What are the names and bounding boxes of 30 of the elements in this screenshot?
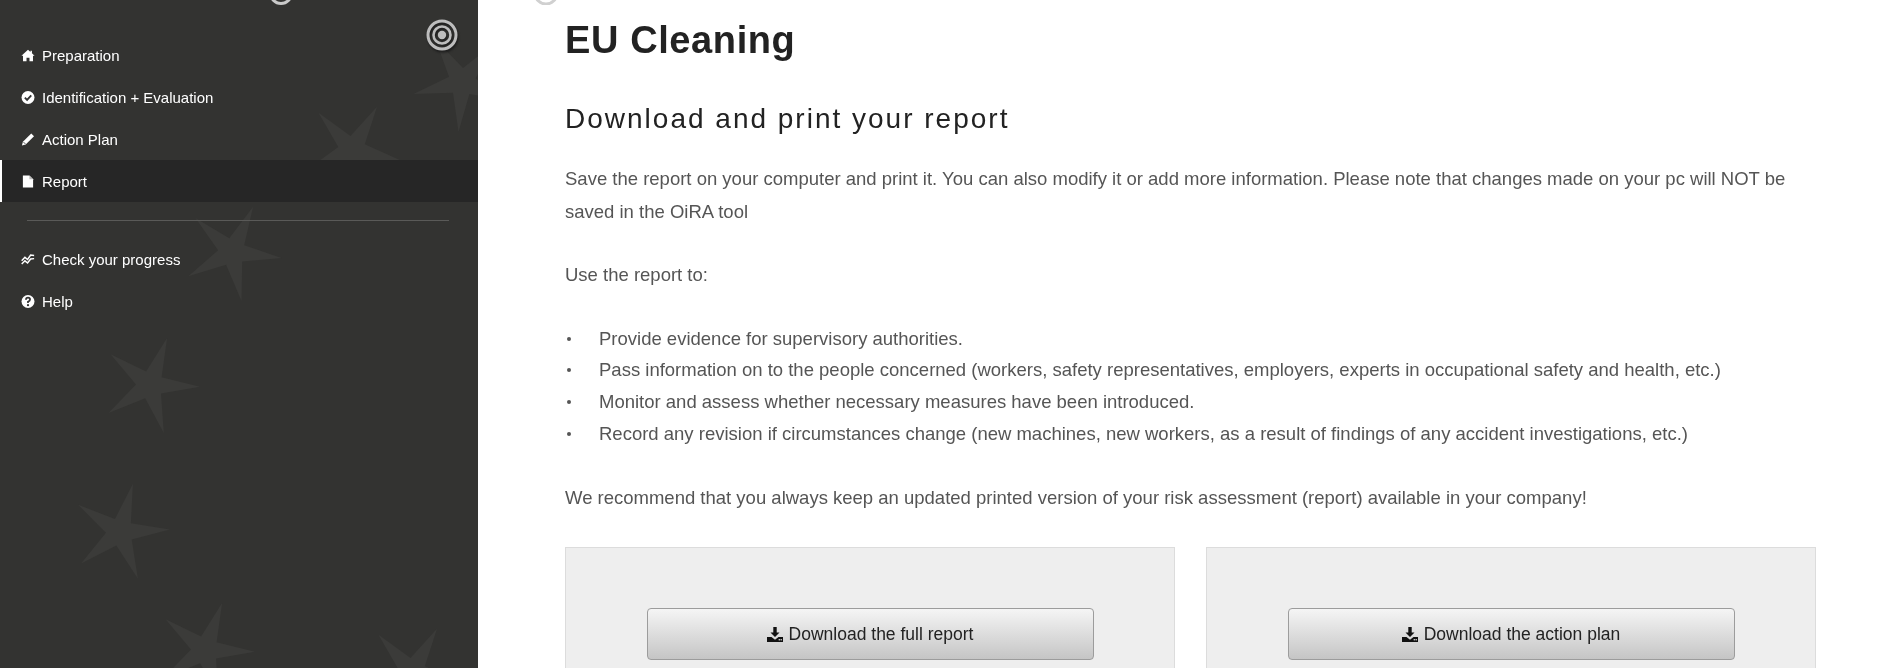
recommendation-text: We recommend that you always keep an updated printed version of your risk assessment (report) available in your company! <box>565 486 1588 511</box>
pencil-icon <box>21 132 35 146</box>
list-item-text: Record any revision if circumstances change (new machines, new workers, as a result of findings of any accident investigations, etc.) <box>599 422 1688 445</box>
intro-text: Save the report on your computer and print it. You can also modify it or add more information. Please note that changes made on your pc will NOT be saved in the OiRA tool <box>565 167 1787 224</box>
section-heading: Download and print your report <box>565 102 1011 136</box>
download-button[interactable]: Download the action plan <box>1287 608 1735 661</box>
download-button[interactable]: Download the full report <box>646 608 1094 661</box>
list-intro: Use the report to: <box>565 263 709 287</box>
sidebar-item[interactable]: Report <box>0 160 478 202</box>
list-item-text: Pass information on to the people concerned (workers, safety representatives, employers, experts in occupational safety and health, etc.) <box>599 359 1721 382</box>
document-icon <box>21 174 35 188</box>
home-icon <box>21 48 35 62</box>
check-circle-icon <box>21 90 35 104</box>
bullet-icon <box>567 431 571 436</box>
list-item-text: Provide evidence for supervisory authorities. <box>599 327 963 350</box>
list-item-text: Monitor and assess whether necessary measures have been introduced. <box>599 391 1195 413</box>
target-icon[interactable] <box>426 19 458 51</box>
sidebar-item[interactable]: Action Plan <box>0 118 478 160</box>
bullet-icon <box>567 368 571 373</box>
trend-line-icon <box>21 252 35 266</box>
download-icon <box>766 626 783 642</box>
sidebar-item[interactable]: Check your progress <box>0 238 478 280</box>
sidebar-item[interactable]: Identification + Evaluation <box>0 76 478 118</box>
bullet-icon <box>567 400 571 404</box>
sidebar-item[interactable]: Preparation <box>0 34 478 76</box>
download-icon <box>1401 626 1418 642</box>
question-circle-icon <box>21 294 35 308</box>
bullet-icon <box>567 336 571 341</box>
sidebar-item[interactable]: Help <box>0 280 478 322</box>
page-title: EU Cleaning <box>565 18 797 63</box>
